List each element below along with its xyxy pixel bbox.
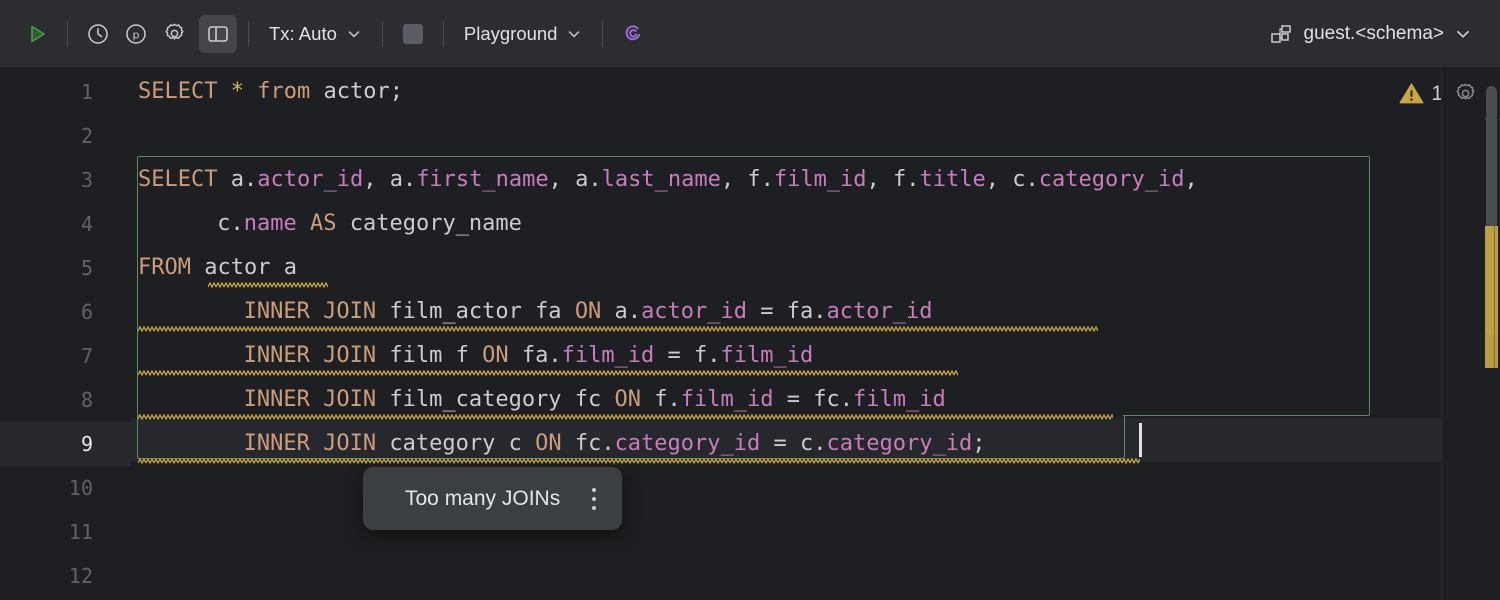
code-token: film_id (774, 158, 867, 202)
inspection-status[interactable]: 1 (1398, 80, 1478, 107)
code-token: first_name (416, 158, 548, 202)
line-number: 10 (0, 466, 131, 510)
code-token: FROM (138, 246, 191, 290)
code-line[interactable]: SELECT a.actor_id, a.first_name, a.last_… (138, 158, 1198, 202)
code-token: * (231, 70, 244, 114)
kebab-dot (592, 488, 596, 492)
code-token: AS (310, 202, 337, 246)
line-number: 4 (0, 202, 131, 246)
toolbar-right-group: guest.<schema> (1264, 16, 1500, 52)
clock-icon (86, 22, 110, 46)
code-token: category_name (336, 202, 521, 246)
kebab-menu-icon[interactable] (592, 488, 622, 510)
line-number: 12 (0, 554, 131, 598)
code-token: , f. (867, 158, 920, 202)
toolbar-divider-3 (382, 21, 383, 47)
code-token (297, 202, 310, 246)
ai-spiral-icon (620, 21, 646, 47)
line-number: 7 (0, 334, 131, 378)
editor-right-divider (1441, 68, 1442, 600)
code-token (244, 70, 257, 114)
history-button[interactable] (79, 15, 117, 53)
schema-icon (1270, 23, 1294, 45)
code-token: , (1184, 158, 1197, 202)
code-token: title (920, 158, 986, 202)
gear-icon[interactable] (1453, 81, 1478, 106)
kebab-dot (592, 506, 596, 510)
panel-layout-icon (206, 22, 230, 46)
gear-icon (162, 21, 187, 46)
stop-square-icon (403, 24, 423, 44)
schema-label: guest.<schema> (1304, 23, 1444, 45)
editor-scrollbar[interactable] (1484, 68, 1500, 600)
warning-triangle-icon (1398, 80, 1425, 107)
code-line[interactable]: SELECT * from actor; (138, 70, 403, 114)
text-caret (1139, 423, 1142, 457)
code-area[interactable]: SELECT * from actor;SELECT a.actor_id, a… (131, 68, 1441, 600)
line-number: 6 (0, 290, 131, 334)
line-number: 5 (0, 246, 131, 290)
code-token: name (244, 202, 297, 246)
line-number: 2 (0, 114, 131, 158)
kebab-dot (592, 497, 596, 501)
line-number: 3 (0, 158, 131, 202)
code-token: , f. (721, 158, 774, 202)
inspection-squiggle (138, 414, 1113, 420)
play-icon (25, 22, 49, 46)
code-token: , a. (363, 158, 416, 202)
chevron-down-icon (346, 26, 362, 42)
code-token: category_id (1039, 158, 1185, 202)
toolbar-divider-5 (602, 21, 603, 47)
tx-mode-select[interactable]: Tx: Auto (260, 17, 371, 51)
code-line[interactable]: c.name AS category_name (217, 202, 522, 246)
code-token: SELECT (138, 70, 217, 114)
tooltip-message: Too many JOINs (363, 487, 592, 511)
toolbar: p Tx: Auto (0, 0, 1500, 68)
code-token: , a. (549, 158, 602, 202)
warning-marker[interactable] (1485, 226, 1498, 368)
inspection-squiggle (138, 370, 958, 376)
line-number-gutter: 123456789101112 (0, 68, 131, 600)
ai-assistant-button[interactable] (614, 15, 652, 53)
session-select[interactable]: Playground (455, 17, 592, 51)
line-number: 11 (0, 510, 131, 554)
tx-mode-label: Tx: Auto (269, 23, 337, 45)
toolbar-divider (67, 21, 68, 47)
circled-p-icon: p (124, 22, 148, 46)
code-token (217, 70, 230, 114)
line-number: 8 (0, 378, 131, 422)
svg-text:p: p (133, 28, 140, 41)
inspection-squiggle (138, 326, 1098, 332)
code-token: actor_id (257, 158, 363, 202)
toolbar-left-group: p Tx: Auto (0, 15, 652, 53)
code-token (310, 70, 323, 114)
settings-button[interactable] (155, 15, 193, 53)
code-token: SELECT (138, 158, 217, 202)
line-number: 9 (0, 422, 131, 466)
schema-select[interactable]: guest.<schema> (1264, 16, 1478, 52)
session-label: Playground (464, 23, 558, 45)
profiler-button[interactable]: p (117, 15, 155, 53)
toolbar-divider-2 (248, 21, 249, 47)
code-token: actor; (323, 70, 402, 114)
code-token: c. (217, 202, 244, 246)
sql-console-window: p Tx: Auto (0, 0, 1500, 600)
code-token: last_name (602, 158, 721, 202)
inspection-tooltip[interactable]: Too many JOINs (363, 467, 622, 530)
chevron-down-icon (566, 26, 582, 42)
inspection-squiggle (138, 458, 1140, 464)
toolbar-divider-4 (443, 21, 444, 47)
run-button[interactable] (18, 15, 56, 53)
panel-toggle-button[interactable] (199, 15, 237, 53)
inspection-squiggle (208, 282, 328, 288)
code-token: , c. (986, 158, 1039, 202)
code-token: from (257, 70, 310, 114)
chevron-down-icon (1454, 25, 1472, 43)
code-token: a. (217, 158, 257, 202)
warning-marker-line (1494, 226, 1495, 368)
stop-button[interactable] (394, 15, 432, 53)
line-number: 1 (0, 70, 131, 114)
sql-editor[interactable]: 123456789101112 SELECT * from actor;SELE… (0, 68, 1500, 600)
